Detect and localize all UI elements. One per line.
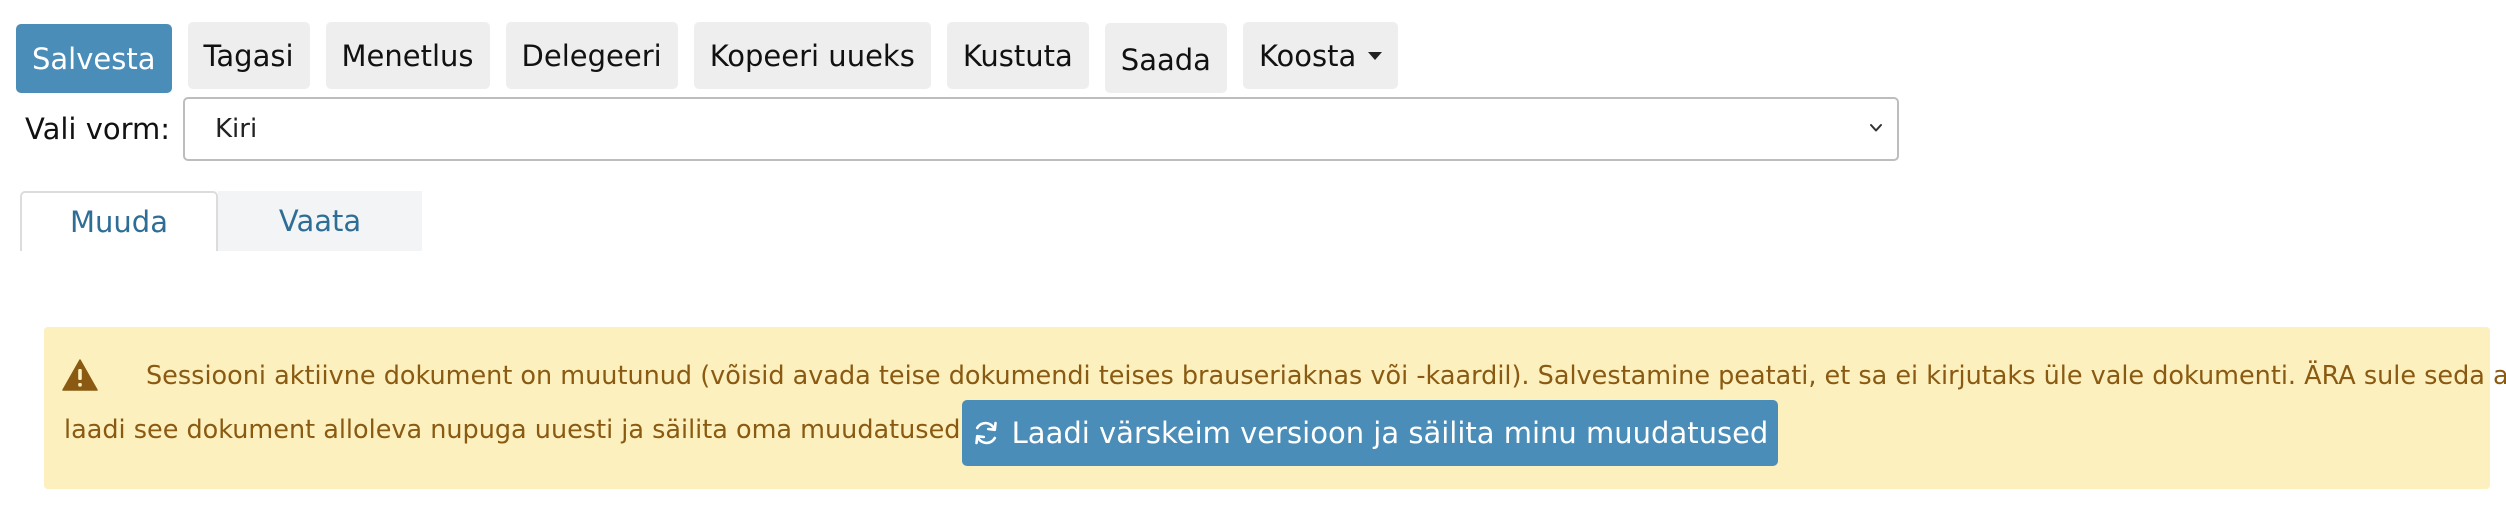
- tab-edit[interactable]: Muuda: [20, 191, 218, 251]
- delegate-button[interactable]: Delegeeri: [505, 22, 678, 89]
- page: Salvesta Tagasi Menetlus Delegeeri Kopee…: [0, 0, 2506, 512]
- back-button[interactable]: Tagasi: [187, 22, 310, 89]
- refresh-icon: [974, 421, 997, 445]
- warning-triangle-icon: [62, 359, 98, 391]
- form-select-row: Vali vorm: Kiri: [25, 97, 1899, 161]
- compose-dropdown-button[interactable]: Koosta: [1242, 22, 1399, 89]
- chevron-down-icon: [1870, 124, 1882, 132]
- reload-button-label: Laadi värskeim versioon ja säilita minu …: [1011, 416, 1769, 450]
- caret-down-icon: [1368, 51, 1383, 60]
- save-button[interactable]: Salvesta: [16, 24, 172, 93]
- delete-button[interactable]: Kustuta: [946, 22, 1089, 89]
- tab-view[interactable]: Vaata: [218, 191, 422, 251]
- form-select[interactable]: Kiri: [183, 97, 1899, 161]
- alert-message-line2: laadi see dokument alloleva nupuga uuest…: [64, 415, 969, 445]
- warning-alert: Sessiooni aktiivne dokument on muutunud …: [44, 327, 2506, 489]
- form-select-value: Kiri: [215, 114, 258, 144]
- tab-bar: Muuda Vaata: [20, 191, 422, 251]
- toolbar: Salvesta Tagasi Menetlus Delegeeri Kopee…: [16, 22, 1399, 93]
- send-button[interactable]: Saada: [1104, 23, 1227, 93]
- copy-as-new-button[interactable]: Kopeeri uueks: [693, 22, 931, 89]
- form-select-label: Vali vorm:: [25, 112, 171, 146]
- reload-keep-changes-button[interactable]: Laadi värskeim versioon ja säilita minu …: [962, 400, 1778, 466]
- procedure-button[interactable]: Menetlus: [325, 22, 490, 89]
- alert-message-line1: Sessiooni aktiivne dokument on muutunud …: [146, 361, 2506, 391]
- compose-label: Koosta: [1258, 38, 1357, 73]
